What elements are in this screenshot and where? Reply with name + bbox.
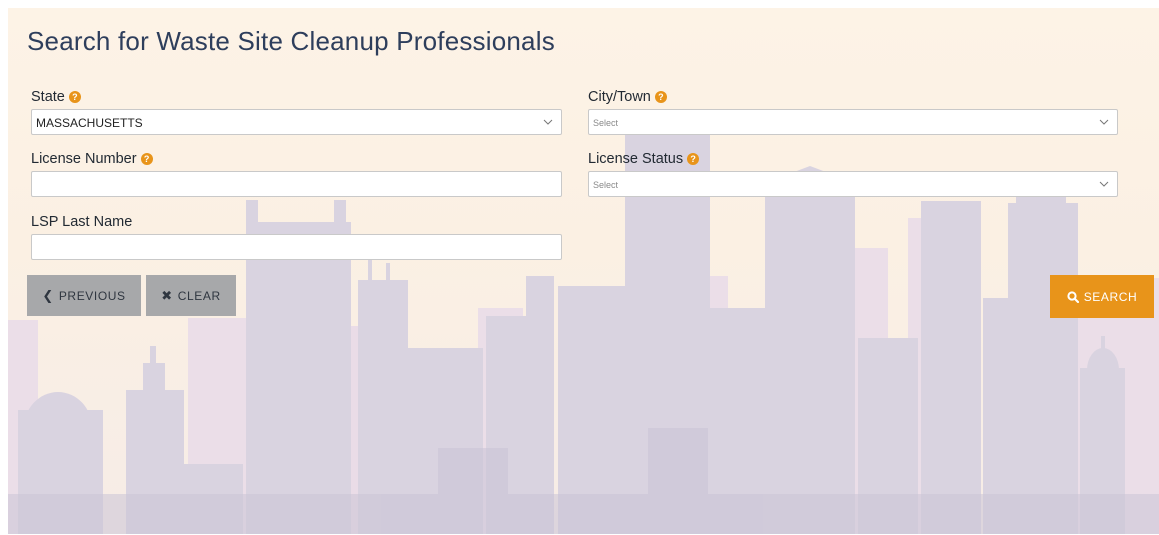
search-panel: Search for Waste Site Cleanup Profession… xyxy=(8,8,1159,534)
city-label-text: City/Town xyxy=(588,89,651,105)
license-number-input[interactable] xyxy=(31,171,562,197)
help-icon[interactable]: ? xyxy=(687,153,700,165)
state-select-value: MASSACHUSETTS xyxy=(36,116,143,130)
city-label: City/Town ? xyxy=(588,89,667,105)
city-skyline-illustration xyxy=(8,130,1159,534)
license-status-label-text: License Status xyxy=(588,151,684,167)
x-icon: ✖ xyxy=(161,287,173,303)
city-select[interactable]: Select xyxy=(588,109,1118,135)
chevron-down-icon xyxy=(543,119,553,125)
state-select[interactable]: MASSACHUSETTS xyxy=(31,109,562,135)
state-label: State ? xyxy=(31,89,81,105)
search-icon xyxy=(1067,290,1079,303)
license-number-label-text: License Number xyxy=(31,151,137,167)
chevron-down-icon xyxy=(1099,181,1109,187)
state-label-text: State xyxy=(31,89,65,105)
license-status-label: License Status ? xyxy=(588,151,700,167)
chevron-left-icon: ❮ xyxy=(42,287,54,303)
previous-button[interactable]: ❮ PREVIOUS xyxy=(27,275,141,316)
license-number-label: License Number ? xyxy=(31,151,153,167)
search-button-label: SEARCH xyxy=(1083,289,1138,304)
clear-button-label: CLEAR xyxy=(177,288,221,303)
chevron-down-icon xyxy=(1099,119,1109,125)
help-icon[interactable]: ? xyxy=(654,91,667,103)
page-title: Search for Waste Site Cleanup Profession… xyxy=(27,26,555,56)
lsp-last-name-label-text: LSP Last Name xyxy=(31,214,133,230)
city-select-placeholder: Select xyxy=(593,118,619,128)
clear-button[interactable]: ✖ CLEAR xyxy=(146,275,236,316)
lsp-last-name-input[interactable] xyxy=(31,234,562,260)
help-icon[interactable]: ? xyxy=(68,91,81,103)
lsp-last-name-label: LSP Last Name xyxy=(31,214,132,230)
license-status-select[interactable]: Select xyxy=(588,171,1118,197)
help-icon[interactable]: ? xyxy=(140,153,153,165)
previous-button-label: PREVIOUS xyxy=(58,288,126,303)
license-status-select-placeholder: Select xyxy=(593,180,619,190)
search-button[interactable]: SEARCH xyxy=(1050,275,1154,318)
